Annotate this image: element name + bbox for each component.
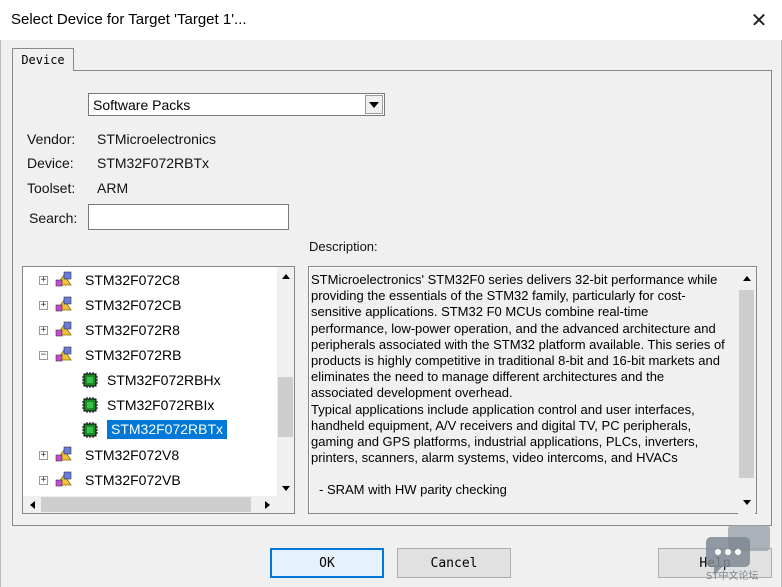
scroll-down-icon[interactable] bbox=[738, 494, 755, 511]
search-label: Search: bbox=[29, 210, 78, 226]
watermark-text: ST中文论坛 bbox=[706, 569, 758, 581]
close-icon[interactable]: ✕ bbox=[736, 0, 782, 40]
description-bullet: - SRAM with HW parity checking bbox=[319, 482, 507, 498]
tree-item-label: STM32F072RB bbox=[85, 347, 182, 363]
chip-family-icon bbox=[55, 346, 72, 362]
expand-icon[interactable]: + bbox=[39, 276, 48, 285]
device-tree[interactable]: + STM32F072C8 + STM32F072CB + STM32F072R8 − STM… bbox=[22, 266, 295, 514]
toolset-value: ARM bbox=[97, 180, 129, 196]
window-title: Select Device for Target 'Target 1'... bbox=[11, 11, 247, 28]
tree-item[interactable]: + STM32F072R8 bbox=[23, 318, 273, 343]
ok-button[interactable]: OK bbox=[270, 548, 384, 578]
hscroll-thumb[interactable] bbox=[41, 497, 251, 512]
description-label: Description: bbox=[309, 239, 378, 254]
device-label: Device: bbox=[27, 155, 74, 171]
tree-item-label: STM32F072CB bbox=[85, 297, 182, 313]
scroll-up-icon[interactable] bbox=[738, 270, 755, 287]
tree-item-label: STM32F072C8 bbox=[85, 272, 180, 288]
tree-item[interactable]: + STM32F072C8 bbox=[23, 268, 273, 293]
title-bar: Select Device for Target 'Target 1'... ✕ bbox=[0, 0, 782, 40]
cancel-button[interactable]: Cancel bbox=[397, 548, 511, 578]
tree-item[interactable]: + STM32F072CB bbox=[23, 293, 273, 318]
description-box[interactable]: STMicroelectronics' STM32F0 series deliv… bbox=[308, 266, 757, 514]
description-scrollbar[interactable] bbox=[738, 268, 755, 514]
chip-icon bbox=[82, 422, 98, 438]
tree-item[interactable]: STM32F072RBTx bbox=[23, 418, 273, 443]
vendor-label: Vendor: bbox=[27, 131, 76, 147]
scroll-up-icon[interactable] bbox=[277, 268, 294, 285]
expand-icon[interactable]: + bbox=[39, 301, 48, 310]
scroll-down-icon[interactable] bbox=[277, 480, 294, 497]
scroll-right-icon[interactable] bbox=[259, 496, 276, 513]
chip-icon bbox=[82, 397, 98, 413]
chip-icon bbox=[82, 372, 98, 388]
scroll-thumb[interactable] bbox=[739, 290, 754, 478]
tree-item[interactable]: + STM32F072V8 bbox=[23, 443, 273, 468]
scroll-thumb[interactable] bbox=[278, 377, 293, 437]
tree-vertical-scrollbar[interactable] bbox=[277, 267, 294, 498]
description-text: STMicroelectronics' STM32F0 series deliv… bbox=[311, 272, 725, 466]
source-dropdown-value: Software Packs bbox=[93, 97, 191, 113]
source-dropdown[interactable]: Software Packs bbox=[88, 93, 385, 116]
collapse-icon[interactable]: − bbox=[39, 351, 48, 360]
tree-horizontal-scrollbar[interactable] bbox=[23, 496, 277, 513]
scroll-corner bbox=[277, 496, 294, 513]
tree-item[interactable]: − STM32F072RB bbox=[23, 343, 273, 368]
device-value: STM32F072RBTx bbox=[97, 155, 210, 171]
chevron-down-icon[interactable] bbox=[365, 95, 383, 114]
chip-family-icon bbox=[55, 446, 72, 462]
tree-item[interactable]: STM32F072RBHx bbox=[23, 368, 273, 393]
chip-family-icon bbox=[55, 321, 72, 337]
search-input[interactable] bbox=[88, 204, 289, 230]
expand-icon[interactable]: + bbox=[39, 476, 48, 485]
toolset-label: Toolset: bbox=[27, 180, 76, 196]
chip-family-icon bbox=[55, 296, 72, 312]
forum-logo-icon: ST中文论坛 bbox=[706, 525, 770, 581]
tree-item-label: STM32F072VB bbox=[85, 472, 181, 488]
expand-icon[interactable]: + bbox=[39, 451, 48, 460]
chip-family-icon bbox=[55, 271, 72, 287]
tree-item-label: STM32F072RBTx bbox=[107, 420, 228, 439]
tree-item-label: STM32F072V8 bbox=[85, 447, 180, 463]
tree-item-label: STM32F072R8 bbox=[85, 322, 180, 338]
chip-family-icon bbox=[55, 471, 72, 487]
tree-item-label: STM32F072RBIx bbox=[107, 397, 215, 413]
tree-item[interactable]: STM32F072RBIx bbox=[23, 393, 273, 418]
tree-item[interactable]: + STM32F072VB bbox=[23, 468, 273, 493]
vendor-value: STMicroelectronics bbox=[97, 131, 217, 147]
tab-device[interactable]: Device bbox=[12, 48, 74, 72]
scroll-left-icon[interactable] bbox=[24, 496, 41, 513]
tree-item-label: STM32F072RBHx bbox=[107, 372, 221, 388]
expand-icon[interactable]: + bbox=[39, 326, 48, 335]
